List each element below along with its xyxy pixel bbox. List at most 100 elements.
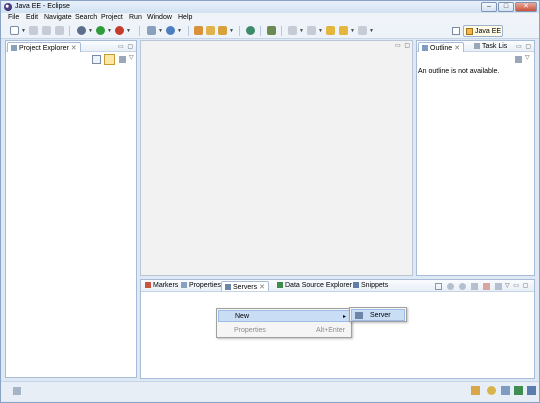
editor-minimize-maximize-icons[interactable]: ▭ ▢ [395,42,411,49]
start-server-icon[interactable] [459,283,466,290]
data-source-explorer-icon [277,282,283,288]
menu-help[interactable]: Help [178,14,192,21]
java-ee-icon [466,28,473,35]
toolbar-separator [139,26,140,36]
status-tool-icon[interactable] [471,386,480,395]
tab-data-source-explorer[interactable]: Data Source Explorer [274,281,355,291]
view-menu-dropdown-icon[interactable]: ▽ [129,54,134,61]
open-type-icon[interactable] [194,26,203,35]
globe-icon[interactable] [246,26,255,35]
menu-window[interactable]: Window [147,14,172,21]
new-server-icon[interactable] [147,26,156,35]
link-with-editor-icon[interactable] [104,54,115,65]
collapse-all-icon[interactable] [92,55,101,64]
menu-navigate[interactable]: Navigate [44,14,72,21]
debug-dropdown-icon[interactable]: ▼ [88,28,93,34]
external-tools-dropdown-icon[interactable]: ▼ [126,28,131,34]
debug-icon[interactable] [77,26,86,35]
pin-icon[interactable] [267,26,276,35]
new-web-icon[interactable] [166,26,175,35]
minimize-button[interactable]: – [481,2,497,12]
tab-task-list-label: Task Lis [482,43,508,50]
new-dropdown-icon[interactable]: ▼ [21,28,26,34]
stop-server-icon[interactable] [483,283,490,290]
debug-server-icon[interactable] [447,283,454,290]
menu-edit[interactable]: Edit [26,14,38,21]
tab-snippets[interactable]: Snippets [350,281,391,291]
publish-icon[interactable] [495,283,502,290]
new-server-dropdown-icon[interactable]: ▼ [158,28,163,34]
toolbar-separator [239,26,240,36]
status-console-icon[interactable] [501,386,510,395]
new-web-dropdown-icon[interactable]: ▼ [177,28,182,34]
context-menu: New ▸ Properties Alt+Enter [216,308,352,338]
print-icon[interactable] [55,26,64,35]
tab-properties[interactable]: Properties [178,281,224,291]
menu-bar: File Edit Navigate Search Project Run Wi… [1,13,539,23]
close-tab-icon[interactable]: ✕ [454,45,460,52]
search-icon[interactable] [218,26,227,35]
outline-minimize-maximize-icons[interactable]: ▭ ▢ [516,43,532,50]
prev-annotation-icon[interactable] [307,26,316,35]
save-all-icon[interactable] [42,26,51,35]
tab-markers-label: Markers [153,282,179,289]
close-tab-icon[interactable]: ✕ [71,45,77,52]
menu-search[interactable]: Search [75,14,97,21]
bottom-tab-header: Markers Properties Servers ✕ Data Source … [141,280,534,292]
close-button[interactable]: ✕ [515,2,537,12]
open-task-icon[interactable] [206,26,215,35]
minimize-maximize-icons[interactable]: ▭ ▢ [118,43,134,50]
last-edit-icon[interactable] [326,26,335,35]
menu-item-new[interactable]: New ▸ [218,310,350,322]
menu-file[interactable]: File [8,14,19,21]
view-menu-icon[interactable] [119,56,126,63]
title-bar[interactable]: Java EE - Eclipse – □ ✕ [1,1,539,13]
tab-servers[interactable]: Servers ✕ [221,281,269,291]
forward-icon[interactable] [358,26,367,35]
outline-view-menu-dropdown-icon[interactable]: ▽ [525,54,530,61]
status-data-icon[interactable] [514,386,523,395]
window-title: Java EE - Eclipse [15,3,70,10]
prev-annotation-dropdown-icon[interactable]: ▼ [318,28,323,34]
new-icon[interactable] [10,26,19,35]
outline-icon [422,45,428,51]
tab-outline[interactable]: Outline ✕ [418,42,465,52]
run-icon[interactable] [96,26,105,35]
perspective-java-ee-button[interactable]: Java EE [463,25,503,37]
outline-view-menu-icon[interactable] [515,56,522,63]
menu-item-properties[interactable]: Properties Alt+Enter [218,325,350,337]
bottom-view-menu-minimize-maximize-icons[interactable]: ▽ ▭ ▢ [505,282,529,289]
search-dropdown-icon[interactable]: ▼ [229,28,234,34]
menu-item-server[interactable]: Server [351,309,405,321]
menu-run[interactable]: Run [129,14,142,21]
outline-message: An outline is not available. [418,68,500,75]
save-icon[interactable] [29,26,38,35]
project-explorer-tab-header: Project Explorer ✕ ▭ ▢ [6,41,136,52]
tab-project-explorer[interactable]: Project Explorer ✕ [7,42,81,52]
tab-outline-label: Outline [430,45,453,52]
back-dropdown-icon[interactable]: ▼ [350,28,355,34]
external-tools-icon[interactable] [115,26,124,35]
menu-item-server-label: Server [370,312,391,319]
profile-server-icon[interactable] [471,283,478,290]
perspective-label: Java EE [475,28,502,35]
back-icon[interactable] [339,26,348,35]
next-annotation-dropdown-icon[interactable]: ▼ [299,28,304,34]
next-annotation-icon[interactable] [288,26,297,35]
tab-data-source-explorer-label: Data Source Explorer [285,282,352,289]
tab-markers[interactable]: Markers [142,281,181,291]
tab-task-list[interactable]: Task Lis [471,42,510,52]
forward-dropdown-icon[interactable]: ▼ [369,28,374,34]
snippets-icon [353,282,359,288]
open-perspective-icon[interactable] [452,27,460,35]
markers-icon [145,282,151,288]
maximize-button[interactable]: □ [498,2,514,12]
status-globe-icon[interactable] [487,386,496,395]
run-dropdown-icon[interactable]: ▼ [107,28,112,34]
editor-area: ▭ ▢ [140,40,413,276]
fast-view-icon[interactable] [13,387,21,395]
status-server-icon[interactable] [527,386,536,395]
close-tab-icon[interactable]: ✕ [259,284,265,291]
menu-project[interactable]: Project [101,14,123,21]
collapse-all-icon[interactable] [435,283,442,290]
